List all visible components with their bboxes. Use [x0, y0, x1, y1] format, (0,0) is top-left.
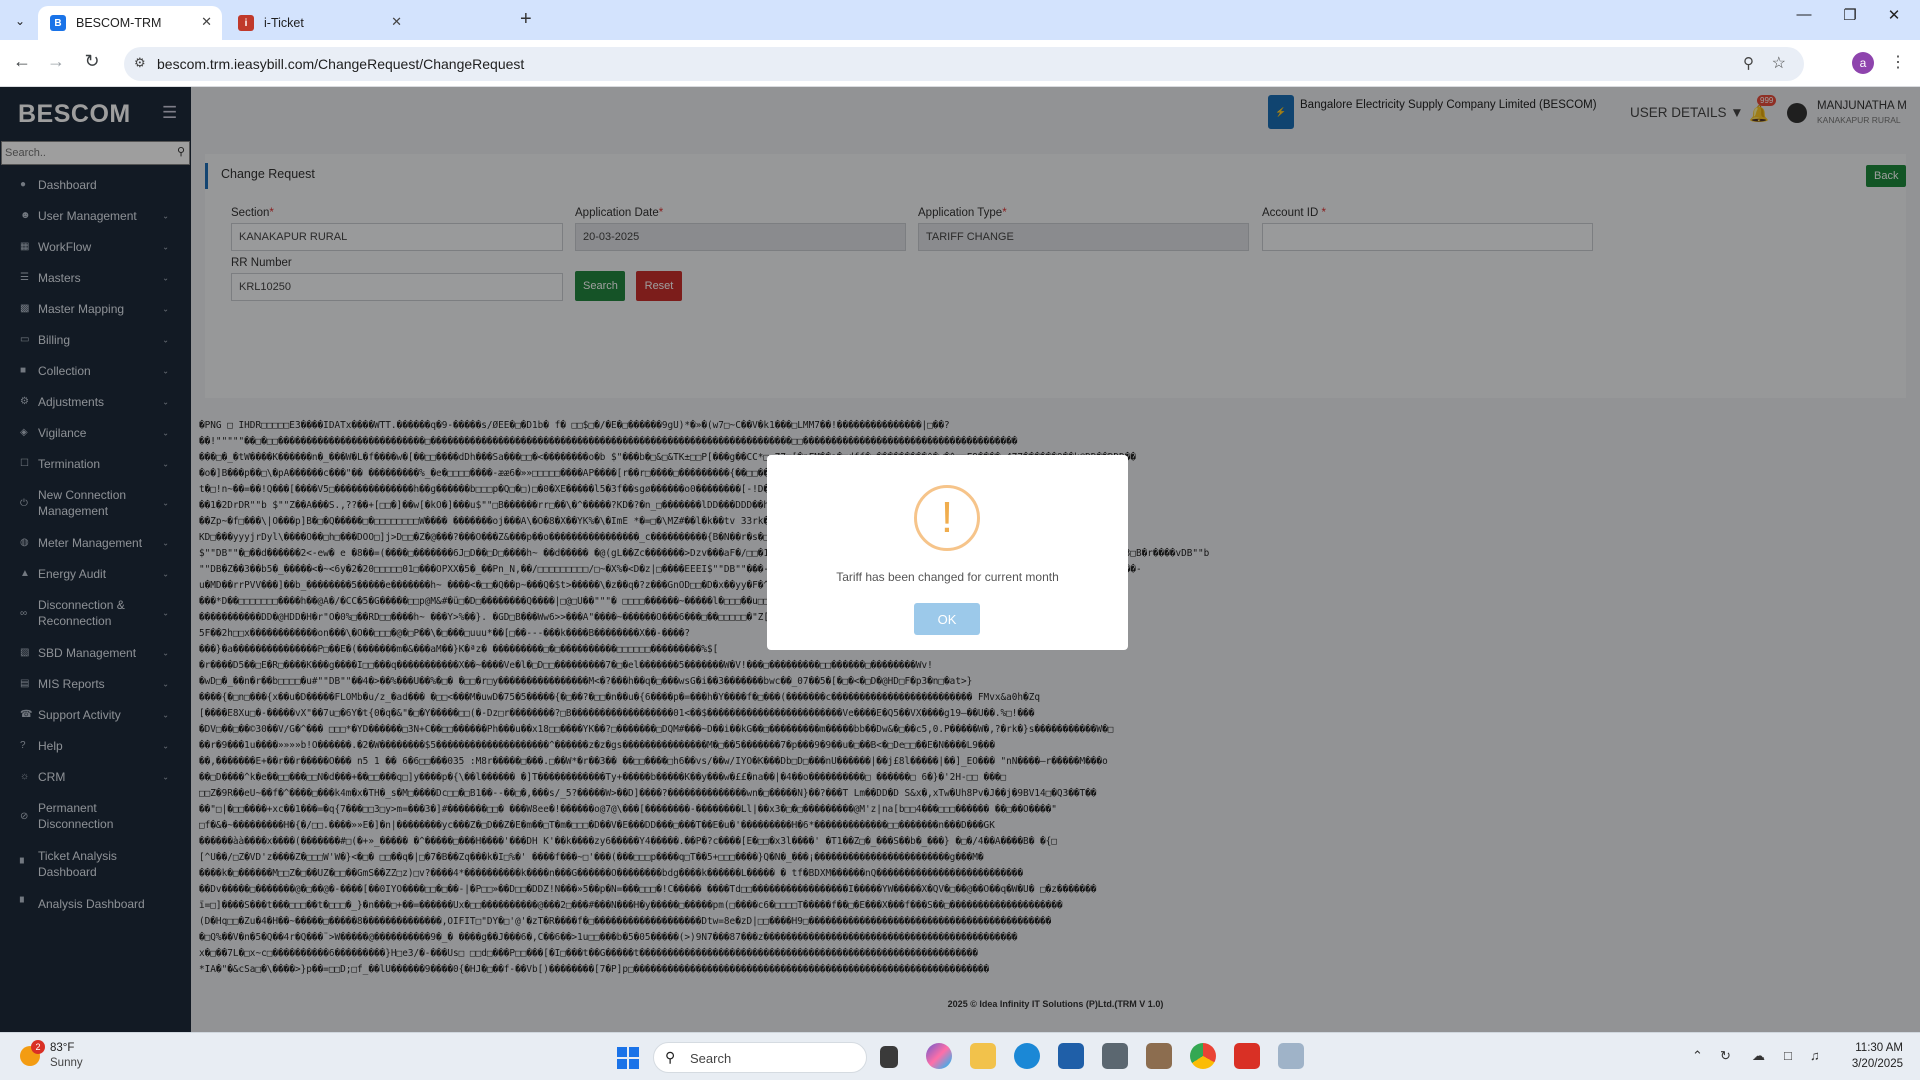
restore-icon[interactable]: ❐	[1830, 6, 1870, 24]
browser-tab-bescom[interactable]: B BESCOM-TRM ✕	[38, 6, 222, 40]
reload-icon[interactable]: ↻	[80, 51, 104, 72]
windows-start-icon[interactable]	[617, 1047, 639, 1069]
network-icon[interactable]: ☁	[1752, 1048, 1765, 1064]
store-icon[interactable]	[1058, 1043, 1084, 1069]
edge-icon[interactable]	[1014, 1043, 1040, 1069]
browser-tab-iticket[interactable]: i i-Ticket ✕	[226, 6, 412, 40]
weather-temperature[interactable]: 83°F	[50, 1042, 74, 1054]
weather-condition[interactable]: Sunny	[50, 1057, 83, 1069]
copilot-icon[interactable]	[926, 1043, 952, 1069]
chrome-icon[interactable]	[1190, 1043, 1216, 1069]
minimize-icon[interactable]: —	[1784, 6, 1824, 23]
site-info-icon[interactable]: ⚙	[134, 55, 146, 71]
zoom-icon[interactable]: ⚲	[1743, 54, 1754, 72]
close-tab-icon[interactable]: ✕	[391, 14, 402, 30]
task-view-icon[interactable]	[880, 1046, 898, 1068]
app-icon[interactable]	[1278, 1043, 1304, 1069]
clock-time[interactable]: 11:30 AM	[1843, 1042, 1903, 1054]
close-window-icon[interactable]: ✕	[1874, 6, 1914, 24]
tray-overflow-icon[interactable]: ⌃	[1692, 1048, 1703, 1064]
new-tab-icon[interactable]: +	[520, 8, 532, 31]
warning-icon: !	[914, 485, 980, 551]
bescom-favicon-icon: B	[50, 15, 66, 31]
alert-message: Tariff has been changed for current mont…	[836, 570, 1059, 584]
file-explorer-icon[interactable]	[970, 1043, 996, 1069]
browser-tabstrip: ⌄ B BESCOM-TRM ✕ i i-Ticket ✕ + — ❐ ✕	[0, 0, 1920, 40]
clock-date[interactable]: 3/20/2025	[1843, 1058, 1903, 1070]
weather-badge: 2	[31, 1040, 45, 1054]
anydesk-icon[interactable]	[1234, 1043, 1260, 1069]
browser-menu-icon[interactable]: ⋮	[1890, 52, 1906, 72]
volume-icon[interactable]: ♫	[1810, 1048, 1820, 1063]
alert-dialog: ! Tariff has been changed for current mo…	[767, 455, 1128, 650]
tab-search-dropdown-icon[interactable]: ⌄	[8, 10, 32, 32]
bookmark-star-icon[interactable]: ☆	[1772, 53, 1786, 73]
browser-toolbar: ← → ↻ ⚙ bescom.trm.ieasybill.com/ChangeR…	[0, 40, 1920, 87]
taskbar-search[interactable]: ⚲ Search	[653, 1042, 867, 1073]
profile-avatar[interactable]: a	[1852, 52, 1874, 74]
taskbar-search-label: Search	[690, 1051, 732, 1066]
url-text[interactable]: bescom.trm.ieasybill.com/ChangeRequest/C…	[157, 56, 524, 72]
back-arrow-icon[interactable]: ←	[10, 51, 34, 72]
address-bar[interactable]: ⚙ bescom.trm.ieasybill.com/ChangeRequest…	[124, 47, 1804, 81]
ok-button[interactable]: OK	[914, 603, 980, 635]
close-tab-icon[interactable]: ✕	[201, 14, 212, 30]
display-icon[interactable]: □	[1784, 1048, 1792, 1063]
app-icon[interactable]	[1146, 1043, 1172, 1069]
sync-icon[interactable]: ↻	[1720, 1048, 1731, 1064]
windows-taskbar: 2 83°F Sunny ⚲ Search ⌃ ↻ ☁ □ ♫ 11:30 AM…	[0, 1032, 1920, 1080]
search-icon: ⚲	[665, 1049, 676, 1065]
calculator-icon[interactable]	[1102, 1043, 1128, 1069]
iticket-favicon-icon: i	[238, 15, 254, 31]
tab-title: i-Ticket	[264, 16, 304, 30]
tab-title: BESCOM-TRM	[76, 16, 162, 30]
forward-arrow-icon[interactable]: →	[44, 51, 68, 72]
